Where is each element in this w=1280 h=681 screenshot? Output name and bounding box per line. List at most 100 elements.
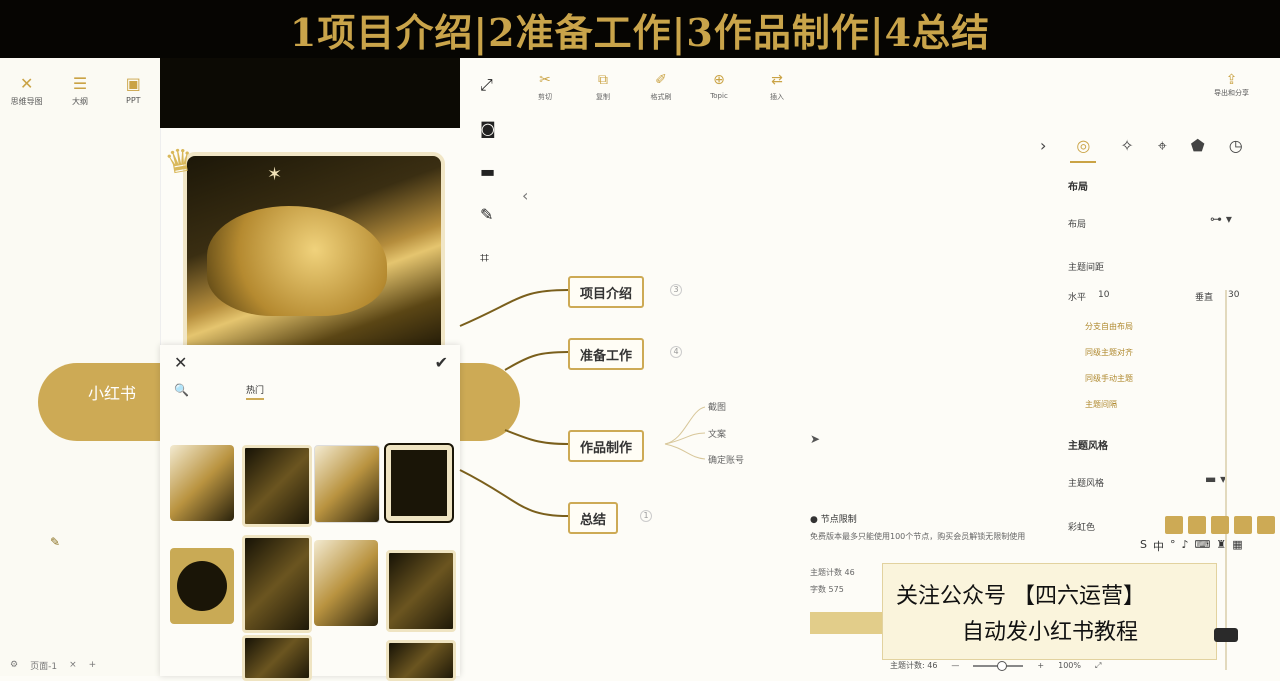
color-swatch[interactable] — [1257, 516, 1275, 534]
left-bottom-bar: ⚙ 页面-1 × + — [0, 654, 160, 676]
mic-icon[interactable]: ♪ — [1181, 538, 1188, 554]
topic-button[interactable]: ⊕ Topic — [704, 72, 734, 102]
insert-button[interactable]: ⇄ 插入 — [762, 72, 792, 102]
clock-tab-icon[interactable]: ◷ — [1229, 136, 1243, 163]
location-tab-icon[interactable]: ⌖ — [1158, 136, 1167, 163]
central-node-label[interactable]: 小红书 — [88, 380, 136, 404]
image-thumb[interactable] — [386, 550, 456, 632]
copy-icon: ⧉ — [598, 72, 608, 88]
layout-option[interactable]: 同级主题对齐 — [1085, 347, 1133, 358]
search-icon[interactable]: 🔍 — [174, 383, 189, 397]
layout-option[interactable]: 主题间隔 — [1085, 399, 1117, 410]
tool-mindmap[interactable]: ✕ 思维导图 — [2, 74, 52, 107]
color-swatch[interactable] — [1188, 516, 1206, 534]
dark-toggle[interactable] — [1214, 628, 1238, 642]
cut-button[interactable]: ✂ 剪切 — [530, 72, 560, 102]
shirt-icon[interactable]: ♜ — [1216, 538, 1226, 554]
upgrade-button[interactable] — [810, 612, 885, 634]
sparkle-tab-icon[interactable]: ✧ — [1120, 136, 1133, 163]
copy-button[interactable]: ⧉ 复制 — [588, 72, 618, 102]
sub-node[interactable]: 截图 — [708, 400, 726, 413]
tool-outline[interactable]: ☰ 大纲 — [55, 74, 105, 107]
style-dropdown[interactable]: ▬ ▾ — [1205, 472, 1226, 486]
zoom-level[interactable]: 100% — [1058, 661, 1081, 670]
char-count-value: 575 — [828, 585, 844, 594]
chevron-left-icon[interactable]: ‹ — [522, 186, 528, 205]
image-thumb[interactable] — [242, 635, 312, 681]
badge-tab-icon[interactable]: ⬟ — [1191, 136, 1205, 163]
branch-count[interactable]: 1 — [640, 510, 652, 522]
branch-node[interactable]: 总结 — [568, 502, 619, 534]
add-page-icon[interactable]: + — [89, 660, 97, 670]
node-limit-title: ● 节点限制 — [810, 515, 857, 525]
keyboard-icon[interactable]: ⌨ — [1195, 538, 1211, 554]
zoom-out-icon[interactable]: — — [951, 661, 959, 670]
watermark-line1: 关注公众号 【四六运营】 — [896, 584, 1145, 609]
left-tool-row: ✕ 思维导图 ☰ 大纲 ▣ PPT — [0, 58, 160, 107]
topic-count-label: 主题计数 — [810, 568, 842, 577]
layout-section-title: 布局 — [1068, 182, 1088, 193]
image-thumb[interactable] — [170, 445, 234, 521]
image-thumb[interactable] — [170, 548, 234, 624]
horizontal-label: 水平 — [1068, 293, 1087, 303]
pen-icon[interactable]: ✎ — [50, 535, 60, 549]
right-panel-tabs: › ◎ ✧ ⌖ ⬟ ◷ — [1040, 136, 1243, 163]
format-brush-button[interactable]: ✐ 格式刷 — [646, 72, 676, 102]
image-thumb[interactable] — [386, 445, 452, 521]
fullscreen-icon[interactable]: ⤢ — [1095, 661, 1101, 671]
style-tab-icon[interactable]: ◎ — [1070, 136, 1097, 163]
image-thumb[interactable] — [242, 445, 312, 527]
branch-count[interactable]: 4 — [670, 346, 682, 358]
vertical-input[interactable]: 30 — [1228, 290, 1239, 300]
crop-icon[interactable]: ⌗ — [480, 248, 500, 268]
zoom-in-icon[interactable]: + — [1037, 661, 1044, 670]
char-count-stat: 字数 575 — [810, 584, 844, 595]
chevron-right-icon[interactable]: › — [1040, 136, 1046, 163]
color-swatch[interactable] — [1211, 516, 1229, 534]
layout-option[interactable]: 分支自由布局 — [1085, 321, 1133, 332]
ime-logo-icon[interactable]: S — [1140, 538, 1147, 554]
tool-ppt[interactable]: ▣ PPT — [108, 74, 158, 107]
export-share-button[interactable]: ⇪ 导出和分享 — [1214, 72, 1249, 98]
ime-lang-icon[interactable]: 中 — [1153, 538, 1164, 554]
color-swatch[interactable] — [1165, 516, 1183, 534]
export-icon: ⇪ — [1225, 72, 1238, 88]
layout-label: 布局 — [1068, 220, 1087, 230]
horizontal-input[interactable]: 10 — [1098, 290, 1109, 300]
image-thumb[interactable] — [314, 445, 380, 523]
dog-photo[interactable]: ✶ — [183, 152, 445, 360]
ppt-icon: ▣ — [125, 74, 141, 93]
watermark-line2: 自动发小红书教程 — [962, 620, 1139, 645]
sub-node[interactable]: 确定账号 — [708, 453, 744, 466]
branch-node[interactable]: 作品制作 — [568, 430, 645, 462]
fit-screen-icon[interactable]: ⤢ — [480, 75, 500, 95]
image-thumb[interactable] — [386, 640, 456, 681]
video-icon[interactable]: ▬ — [480, 162, 500, 181]
settings-icon[interactable]: ⚙ — [10, 660, 18, 670]
scroll-track[interactable] — [1225, 290, 1227, 670]
brush-icon[interactable]: ✎ — [480, 205, 500, 224]
sub-node[interactable]: 文案 — [708, 427, 726, 440]
zoom-slider[interactable] — [973, 660, 1024, 671]
branch-node[interactable]: 准备工作 — [568, 338, 645, 370]
zoom-slider-knob[interactable] — [997, 660, 1008, 671]
tool-ppt-label: PPT — [126, 96, 141, 105]
image-thumb[interactable] — [242, 535, 312, 633]
banner-title: 1项目介绍|2准备工作|3作品制作|4总结 — [289, 9, 991, 55]
branch-node[interactable]: 项目介绍 — [568, 276, 645, 308]
check-icon[interactable]: ✔ — [435, 353, 448, 372]
branch-count[interactable]: 3 — [670, 284, 682, 296]
layout-option[interactable]: 同级手动主题 — [1085, 373, 1133, 384]
close-page-icon[interactable]: × — [69, 660, 77, 670]
color-swatch[interactable] — [1234, 516, 1252, 534]
image-thumb[interactable] — [314, 540, 378, 626]
grid-icon[interactable]: ▦ — [1232, 538, 1242, 554]
close-icon[interactable]: ✕ — [174, 353, 187, 372]
insert-label: 插入 — [770, 93, 784, 101]
page-label[interactable]: 页面-1 — [30, 659, 57, 672]
dark-header-area — [160, 58, 460, 128]
tab-hot[interactable]: 热门 — [246, 383, 265, 400]
camera-icon[interactable]: ◙ — [480, 119, 500, 138]
ime-punct-icon[interactable]: ° — [1170, 538, 1176, 554]
layout-dropdown[interactable]: ⊶ ▾ — [1210, 212, 1232, 226]
